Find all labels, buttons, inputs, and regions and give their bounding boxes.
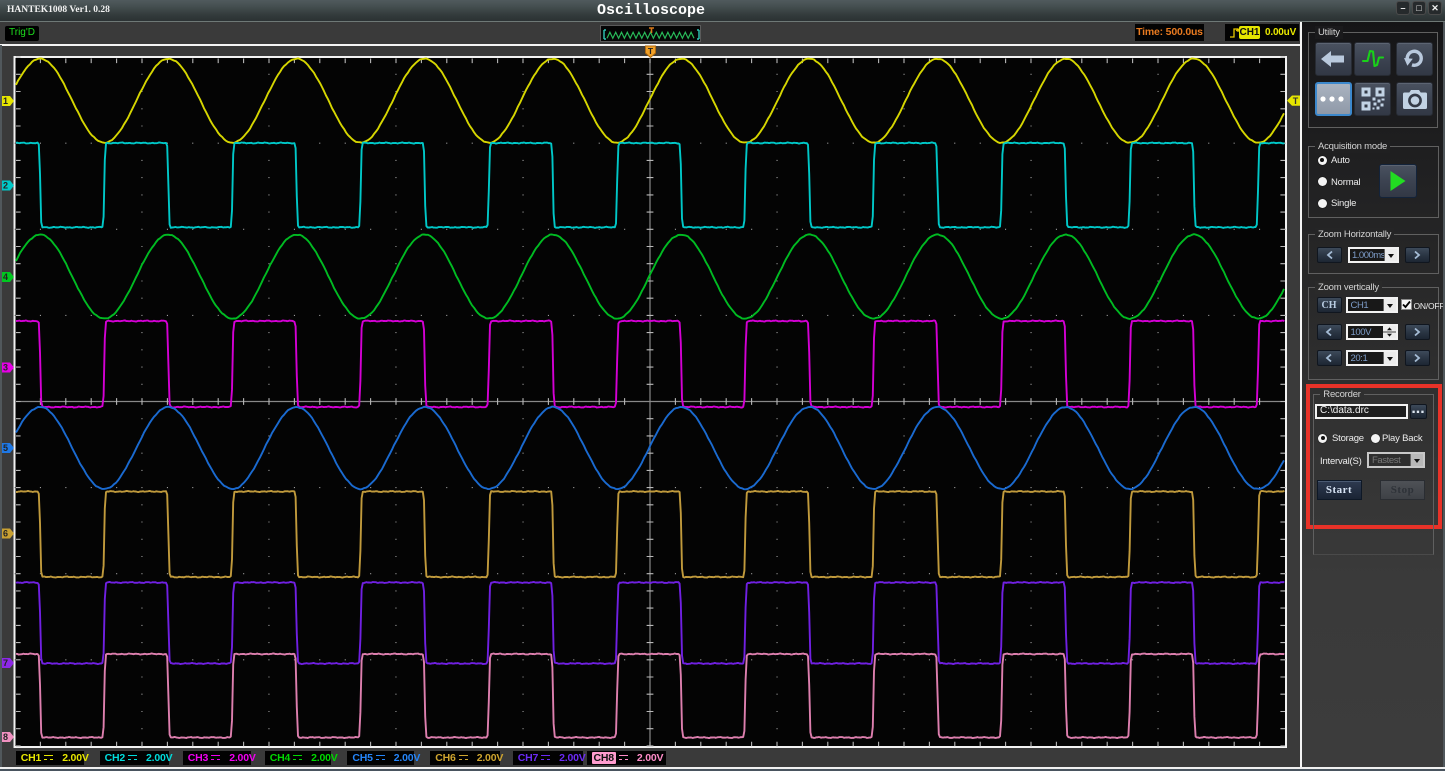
svg-text:5: 5	[3, 443, 8, 453]
svg-text:2: 2	[3, 181, 8, 191]
svg-text:6: 6	[3, 529, 8, 539]
svg-text:1: 1	[3, 96, 8, 106]
svg-text:T: T	[648, 46, 654, 56]
svg-text:T: T	[1293, 96, 1299, 106]
svg-text:4: 4	[3, 272, 8, 282]
svg-text:8: 8	[3, 732, 8, 742]
svg-text:7: 7	[3, 658, 8, 668]
svg-text:3: 3	[3, 363, 8, 373]
